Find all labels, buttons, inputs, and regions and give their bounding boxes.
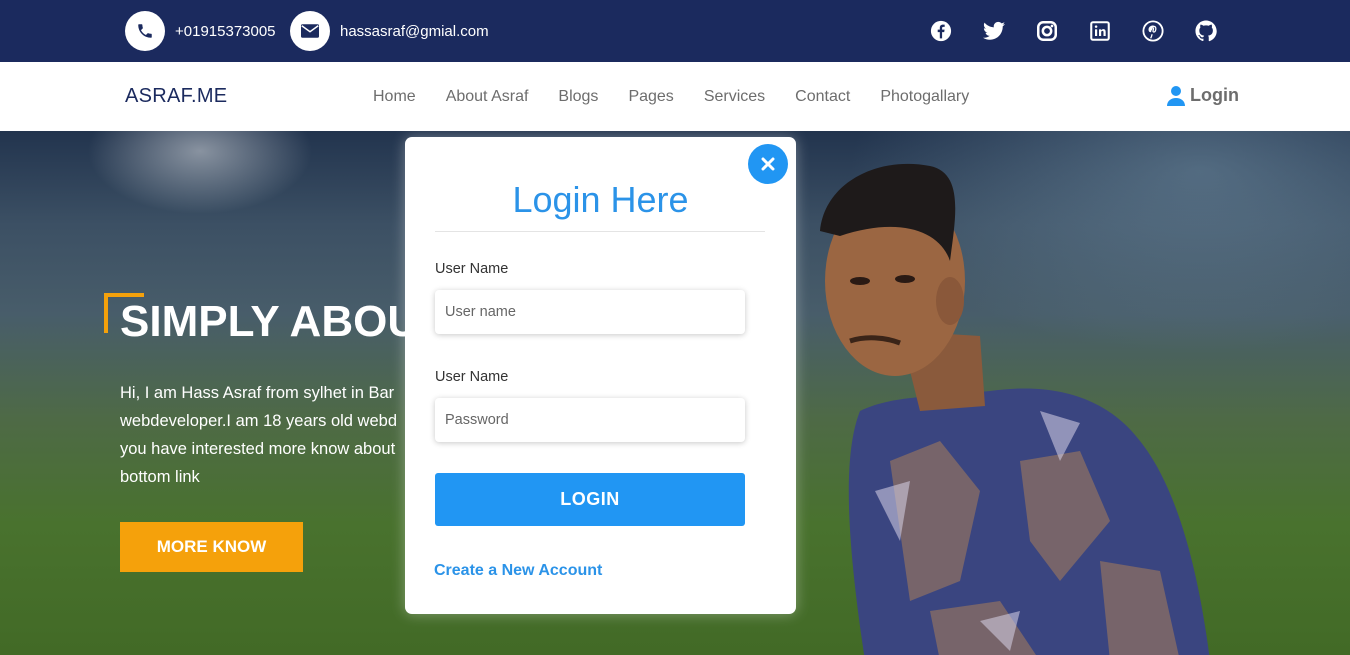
username-label: User Name: [435, 261, 509, 277]
nav-item-about[interactable]: About Asraf: [446, 88, 529, 106]
login-modal: Login Here User Name User Name LOGIN Cre…: [405, 137, 796, 614]
email-contact[interactable]: hassasraf@gmial.com: [290, 11, 489, 51]
hero-description: Hi, I am Hass Asraf from sylhet in Bar w…: [120, 379, 450, 491]
linkedin-icon[interactable]: [1089, 20, 1111, 42]
envelope-icon: [290, 11, 330, 51]
username-input[interactable]: [435, 290, 745, 334]
pinterest-icon[interactable]: [1142, 20, 1164, 42]
nav-item-blogs[interactable]: Blogs: [558, 88, 598, 106]
email-address: hassasraf@gmial.com: [340, 22, 489, 40]
close-icon: [761, 157, 775, 171]
nav-login-link[interactable]: Login: [1167, 85, 1239, 106]
twitter-icon[interactable]: [983, 20, 1005, 42]
title-divider: [435, 231, 765, 232]
hero-line: Hi, I am Hass Asraf from sylhet in Bar: [120, 384, 395, 402]
profile-photo: [820, 163, 1210, 655]
password-label: User Name: [435, 369, 509, 385]
nav-item-services[interactable]: Services: [704, 88, 765, 106]
site-logo[interactable]: ASRAF.ME: [125, 85, 227, 108]
nav-menu: Home About Asraf Blogs Pages Services Co…: [373, 88, 999, 106]
user-icon: [1167, 85, 1186, 106]
hero-line: you have interested more know about: [120, 440, 396, 458]
more-know-button[interactable]: MORE KNOW: [120, 522, 303, 572]
login-submit-button[interactable]: LOGIN: [435, 473, 745, 526]
facebook-icon[interactable]: [930, 20, 952, 42]
nav-item-pages[interactable]: Pages: [628, 88, 673, 106]
nav-login-label: Login: [1190, 85, 1239, 105]
close-modal-button[interactable]: [748, 144, 788, 184]
nav-item-home[interactable]: Home: [373, 88, 416, 106]
hero-line: bottom link: [120, 468, 200, 486]
phone-number: +01915373005: [175, 22, 276, 40]
phone-contact[interactable]: +01915373005: [125, 11, 276, 51]
nav-item-photogallary[interactable]: Photogallary: [880, 88, 969, 106]
hero-title: SIMPLY ABOUT: [120, 297, 446, 346]
nav-item-contact[interactable]: Contact: [795, 88, 850, 106]
github-icon[interactable]: [1195, 20, 1217, 42]
create-account-link[interactable]: Create a New Account: [434, 562, 602, 580]
hero-line: webdeveloper.I am 18 years old webd: [120, 412, 398, 430]
modal-title: Login Here: [512, 179, 689, 220]
phone-icon: [125, 11, 165, 51]
main-navbar: ASRAF.ME Home About Asraf Blogs Pages Se…: [0, 62, 1350, 131]
password-input[interactable]: [435, 398, 745, 442]
social-links: [899, 20, 1217, 42]
top-contact-bar: +01915373005 hassasraf@gmial.com: [0, 0, 1350, 62]
instagram-icon[interactable]: [1036, 20, 1058, 42]
